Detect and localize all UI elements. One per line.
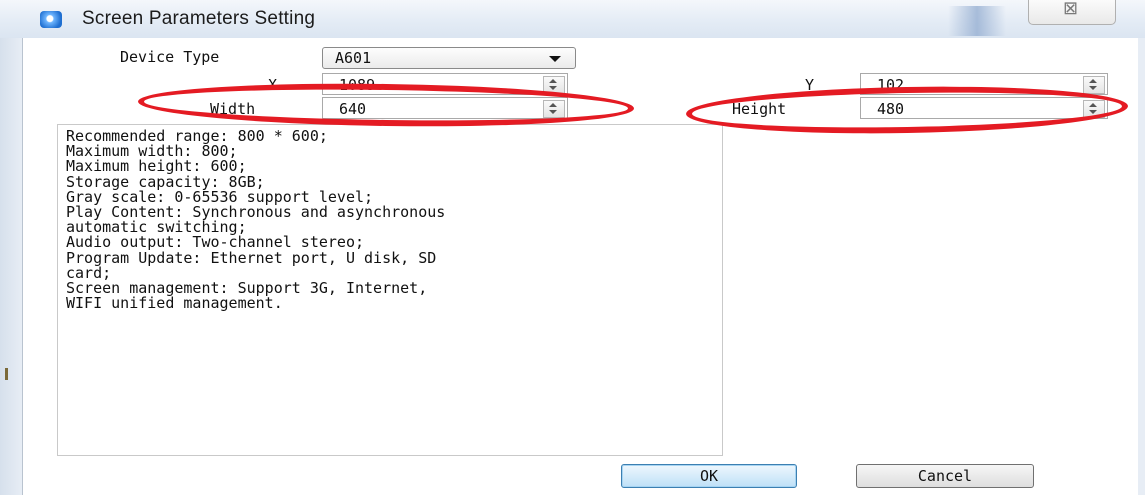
title-bar[interactable]: Screen Parameters Setting ⊠ [0, 0, 1145, 38]
info-line: WIFI unified management. [66, 294, 283, 313]
x-label: X [268, 76, 278, 94]
ok-button[interactable]: OK [621, 464, 797, 488]
device-type-select[interactable]: A601 [322, 47, 576, 69]
y-value: 102 [877, 76, 905, 94]
device-type-label: Device Type [120, 48, 220, 66]
window-frame-right [1138, 38, 1145, 495]
spin-down-icon[interactable] [549, 110, 557, 114]
spin-up-icon[interactable] [549, 79, 557, 83]
spin-down-icon[interactable] [549, 86, 557, 90]
cancel-button[interactable]: Cancel [856, 464, 1034, 488]
chevron-down-icon[interactable] [549, 56, 561, 62]
app-icon [40, 11, 62, 28]
height-spinner[interactable] [1083, 100, 1105, 118]
width-spinner[interactable] [543, 100, 565, 118]
info-line: Program Update: Ethernet port, U disk, S… [66, 248, 437, 267]
frame-mark [5, 368, 8, 380]
x-spinner[interactable] [543, 76, 565, 94]
title-bar-highlight [948, 6, 1006, 36]
close-icon: ⊠ [1063, 0, 1079, 18]
device-type-value: A601 [335, 49, 372, 67]
spin-down-icon[interactable] [1089, 110, 1097, 114]
x-input[interactable]: 1089 [322, 73, 568, 95]
y-label: Y [805, 76, 815, 94]
close-button[interactable]: ⊠ [1028, 0, 1116, 25]
spin-down-icon[interactable] [1089, 86, 1097, 90]
height-value: 480 [877, 100, 905, 118]
spin-up-icon[interactable] [549, 103, 557, 107]
window-title: Screen Parameters Setting [82, 8, 316, 29]
width-value: 640 [339, 100, 367, 118]
window-frame-left [0, 38, 23, 495]
y-input[interactable]: 102 [860, 73, 1108, 95]
spin-up-icon[interactable] [1089, 79, 1097, 83]
height-label: Height [732, 100, 787, 118]
spin-up-icon[interactable] [1089, 103, 1097, 107]
width-label: Width [210, 100, 256, 118]
height-input[interactable]: 480 [860, 97, 1108, 119]
device-info-textbox[interactable]: Recommended range: 800 * 600; Maximum wi… [57, 124, 723, 456]
width-input[interactable]: 640 [322, 97, 568, 119]
y-spinner[interactable] [1083, 76, 1105, 94]
x-value: 1089 [339, 76, 376, 94]
